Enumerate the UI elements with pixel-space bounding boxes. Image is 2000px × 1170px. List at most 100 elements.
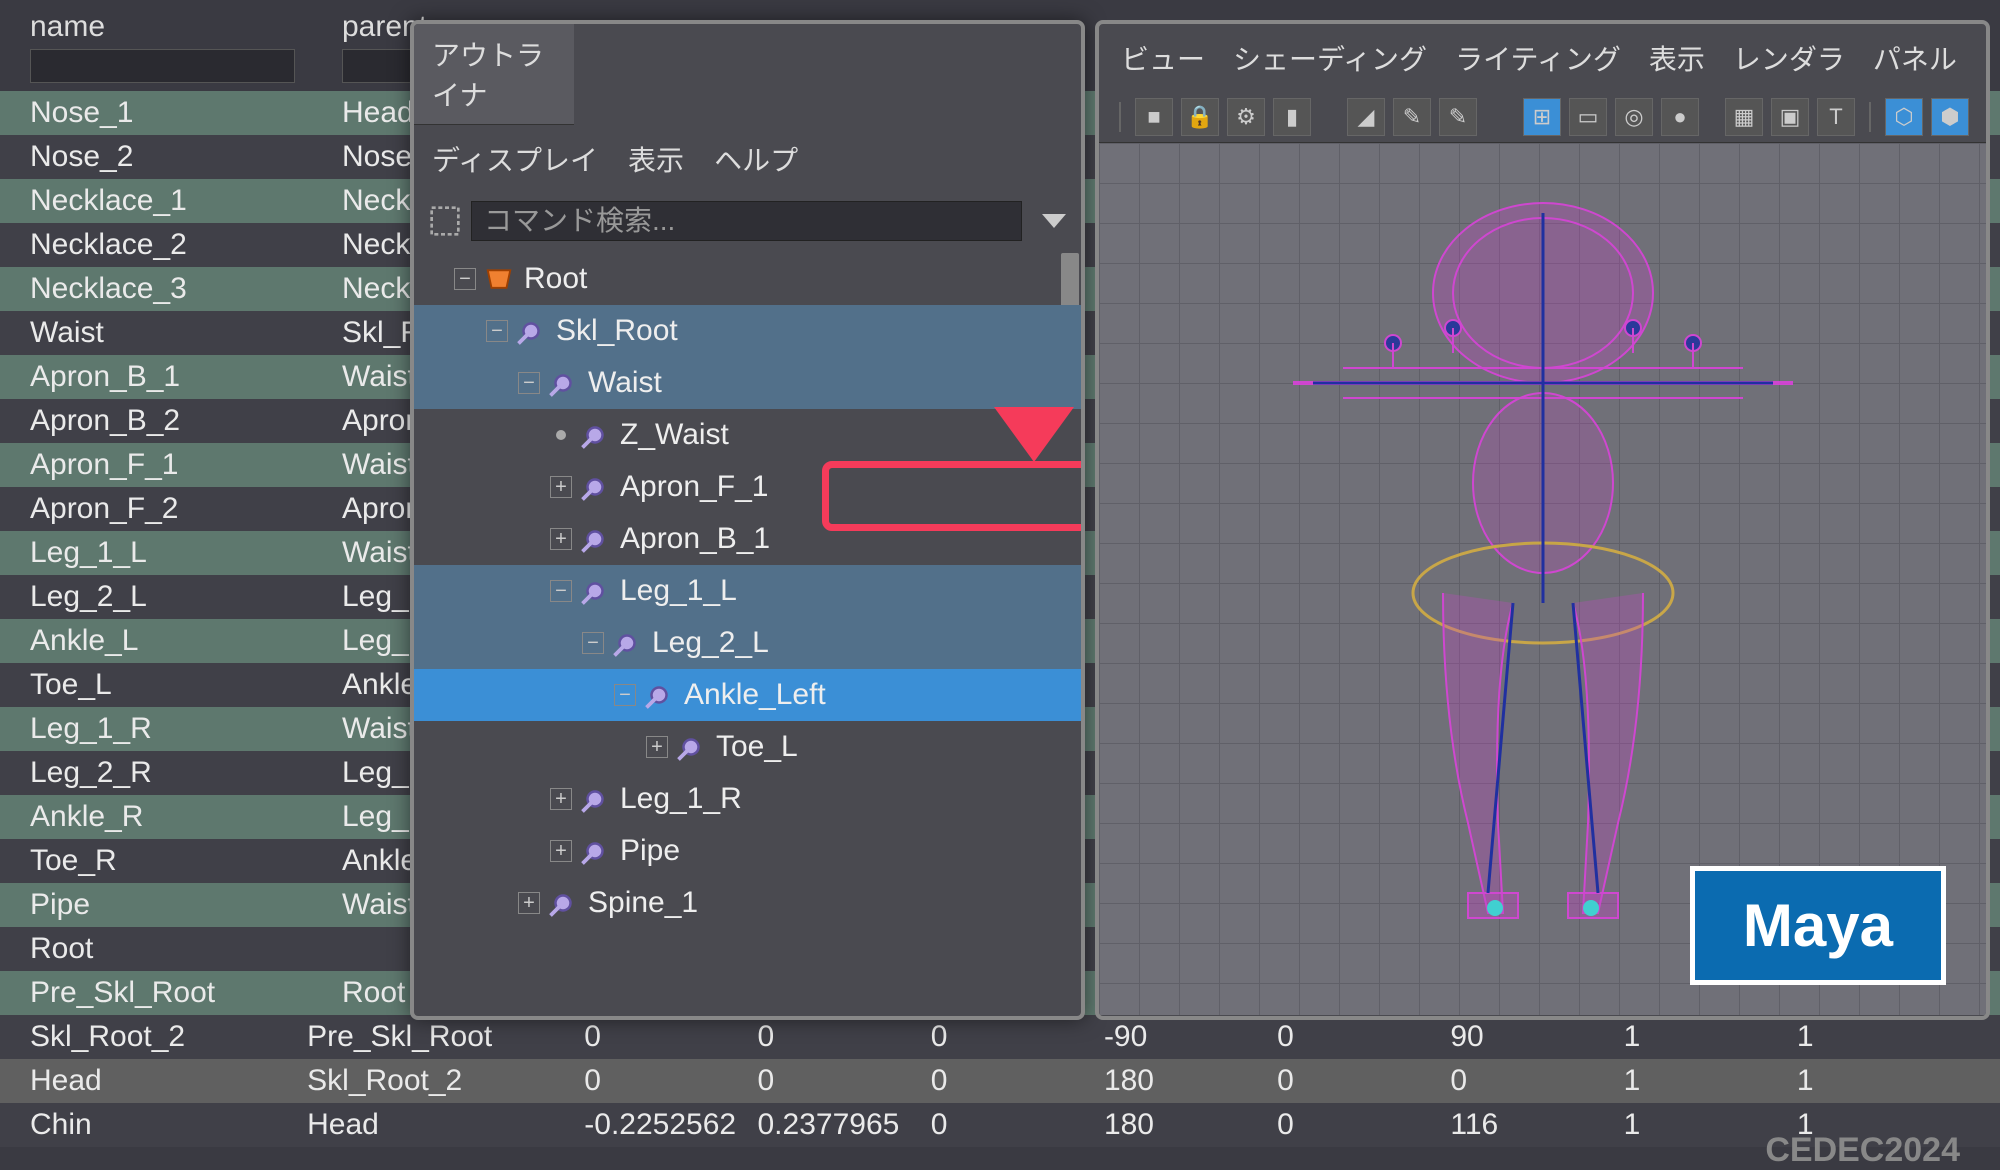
vp-menu-renderer[interactable]: レンダラ [1733,38,1845,78]
tree-toggle-icon[interactable]: + [550,528,572,550]
cell-value: 0 [584,1020,757,1054]
cell-name: Chin [30,1108,307,1142]
cell-name: Necklace_3 [30,272,342,306]
tree-toggle-icon[interactable]: − [518,372,540,394]
joint-icon [644,680,674,710]
tree-node-spine-1[interactable]: +Spine_1 [414,877,1081,929]
tree-node-apron-b-1[interactable]: +Apron_B_1 [414,513,1081,565]
tree-label: Skl_Root [556,314,678,348]
cell-name: Leg_2_L [30,580,342,614]
tree-node-apron-f-1[interactable]: +Apron_F_1 [414,461,1081,513]
tree-toggle-icon[interactable]: + [550,788,572,810]
tree-label: Root [524,262,587,296]
joint-icon [580,836,610,866]
tree-node-pipe[interactable]: +Pipe [414,825,1081,877]
film-gate-icon[interactable]: ▭ [1569,98,1607,136]
cell-value: 1 [1797,1064,1970,1098]
selection-set-icon[interactable] [429,205,461,237]
vp-menu-view[interactable]: ビュー [1121,38,1205,78]
cell-name: Apron_F_2 [30,492,342,526]
vp-menu-shading[interactable]: シェーディング [1233,38,1427,78]
toolbar-sep [1119,102,1121,132]
cell-value: -0.2252562 [584,1108,757,1142]
outliner-tree[interactable]: − Root − Skl_Root −WaistZ_Waist+Apron_F_1+Ap… [414,249,1081,933]
tree-node-leg-1-l[interactable]: −Leg_1_L [414,565,1081,617]
vp-menu-panels[interactable]: パネル [1873,38,1957,78]
menu-help[interactable]: ヘルプ [714,139,798,179]
tree-label: Ankle_Left [684,678,826,712]
tree-node-leg-1-r[interactable]: +Leg_1_R [414,773,1081,825]
safe-action-icon[interactable]: ▣ [1771,98,1809,136]
grid-toggle-icon[interactable]: ⊞ [1523,98,1561,136]
resolution-gate-icon[interactable]: ◎ [1615,98,1653,136]
cell-value: 0.2377965 [758,1108,931,1142]
col-header-name[interactable]: name [30,10,342,44]
cell-value: 116 [1450,1108,1623,1142]
tree-node-skl-root[interactable]: − Skl_Root [414,305,1081,357]
cell-parent: Pre_Skl_Root [307,1020,584,1054]
outliner-tab[interactable]: アウトライナ [414,24,574,125]
cell-name: Nose_2 [30,140,342,174]
cell-name: Toe_L [30,668,342,702]
table-row[interactable]: HeadSkl_Root_20001800011 [0,1059,2000,1103]
joint-icon [548,368,578,398]
tree-toggle-icon[interactable]: + [518,892,540,914]
cell-name: Root [30,932,342,966]
vp-menu-lighting[interactable]: ライティング [1455,38,1621,78]
tree-node-z-waist[interactable]: Z_Waist [414,409,1081,461]
smooth-shade-icon[interactable]: ⬢ [1931,98,1969,136]
filter-input-name[interactable] [30,49,295,83]
tree-toggle-icon[interactable]: + [646,736,668,758]
cell-value: 1 [1797,1020,1970,1054]
bookmark-icon[interactable]: ▮ [1273,98,1311,136]
viewport-canvas[interactable]: Maya [1099,143,1986,1015]
menu-show[interactable]: 表示 [628,139,684,179]
table-row[interactable]: Skl_Root_2Pre_Skl_Root000-9009011 [0,1015,2000,1059]
tree-toggle-icon[interactable]: − [582,632,604,654]
tree-label: Leg_2_L [652,626,769,660]
tree-toggle-icon[interactable]: − [550,580,572,602]
tree-node-leg-2-l[interactable]: − Leg_2_L [414,617,1081,669]
cell-parent: Skl_Root_2 [307,1064,584,1098]
cell-value: 0 [931,1108,1104,1142]
cell-value: 0 [1277,1020,1450,1054]
viewport-toolbar: ■ 🔒 ⚙ ▮ ◢ ✎ ✎ ⊞ ▭ ◎ ● ▦ ▣ T ⬡ ⬢ [1099,92,1986,143]
tree-toggle-icon[interactable]: − [454,268,476,290]
cell-value: 180 [1104,1108,1277,1142]
tree-toggle-icon[interactable]: + [550,476,572,498]
camera-select-icon[interactable]: ■ [1135,98,1173,136]
grease-frame-icon[interactable]: ✎ [1439,98,1477,136]
table-row[interactable]: ChinHead-0.22525620.23779650180011611 [0,1103,2000,1147]
cell-name: Necklace_1 [30,184,342,218]
gate-mask-icon[interactable]: ● [1661,98,1699,136]
joint-icon [580,524,610,554]
tree-leaf-icon [556,430,566,440]
camera-attr-icon[interactable]: ⚙ [1227,98,1265,136]
tree-node-root[interactable]: − Root [414,253,1081,305]
joint-icon [580,420,610,450]
menu-display[interactable]: ディスプレイ [432,139,598,179]
joint-icon [580,472,610,502]
grease-pencil-icon[interactable]: ✎ [1393,98,1431,136]
search-dropdown-icon[interactable] [1042,214,1066,228]
joint-icon [580,784,610,814]
cell-name: Nose_1 [30,96,342,130]
camera-lock-icon[interactable]: 🔒 [1181,98,1219,136]
wireframe-icon[interactable]: ⬡ [1885,98,1923,136]
command-search-input[interactable] [471,201,1022,241]
tree-node-toe-l[interactable]: +Toe_L [414,721,1081,773]
safe-title-icon[interactable]: T [1817,98,1855,136]
field-chart-icon[interactable]: ▦ [1725,98,1763,136]
cell-value: 1 [1624,1064,1797,1098]
cell-value: -90 [1104,1020,1277,1054]
tree-node-ankle-left[interactable]: − Ankle_Left [414,669,1081,721]
tree-toggle-icon[interactable]: + [550,840,572,862]
image-plane-icon[interactable]: ◢ [1347,98,1385,136]
cell-value: 0 [1277,1064,1450,1098]
cell-value: 0 [1450,1064,1623,1098]
tree-node-waist[interactable]: −Waist [414,357,1081,409]
tree-toggle-icon[interactable]: − [614,684,636,706]
tree-toggle-icon[interactable]: − [486,320,508,342]
vp-menu-show[interactable]: 表示 [1649,38,1705,78]
joint-icon [676,732,706,762]
